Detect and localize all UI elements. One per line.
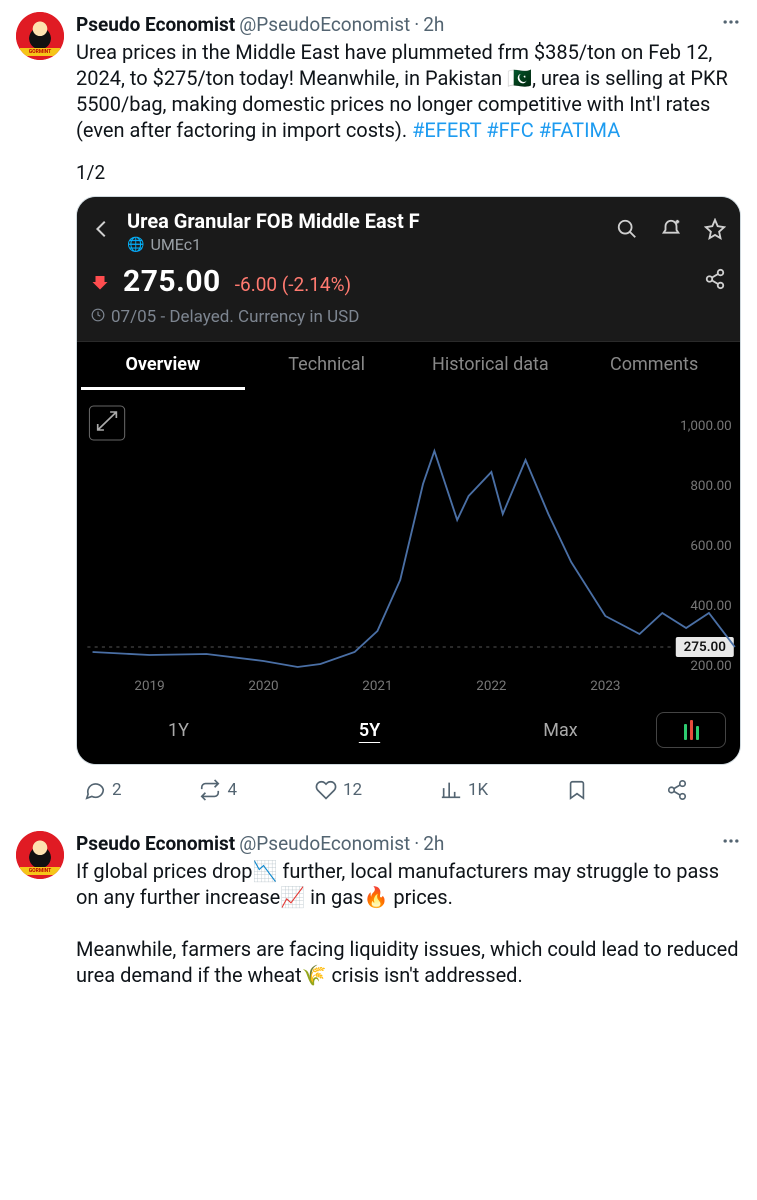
x-tick: 2019 bbox=[134, 679, 164, 694]
embedded-chart-card[interactable]: Urea Granular FOB Middle East F 🌐 UMEc1 bbox=[76, 196, 741, 765]
delay-text: 07/05 - Delayed. Currency in USD bbox=[111, 307, 359, 327]
tweet-text: Urea prices in the Middle East have plum… bbox=[76, 39, 741, 143]
y-tick: 200.00 bbox=[690, 659, 731, 674]
more-icon[interactable] bbox=[721, 12, 741, 37]
y-tick: 800.00 bbox=[690, 479, 731, 494]
tweet: GORMINT Pseudo Economist @PseudoEconomis… bbox=[0, 819, 757, 992]
clock-icon bbox=[91, 308, 105, 326]
view-count: 1K bbox=[468, 780, 488, 800]
views-button[interactable]: 1K bbox=[440, 779, 488, 801]
x-tick: 2021 bbox=[362, 679, 392, 694]
reply-count: 2 bbox=[112, 780, 122, 800]
more-icon[interactable] bbox=[721, 831, 741, 856]
tab-technical[interactable]: Technical bbox=[245, 354, 409, 390]
alert-add-icon[interactable] bbox=[660, 218, 682, 245]
star-icon[interactable] bbox=[704, 218, 726, 245]
fire-emoji: 🔥 bbox=[363, 884, 388, 910]
price-value: 275.00 bbox=[123, 264, 221, 299]
separator-dot: · bbox=[414, 13, 419, 36]
candlestick-toggle[interactable] bbox=[656, 712, 726, 748]
price-change: -6.00 (-2.14%) bbox=[235, 273, 351, 296]
text-segment: in gas bbox=[305, 885, 363, 909]
price-line bbox=[93, 451, 735, 667]
tweet-text: If global prices drop📉 further, local ma… bbox=[76, 858, 741, 988]
retweet-button[interactable]: 4 bbox=[199, 779, 237, 801]
hashtag[interactable]: #FATIMA bbox=[539, 118, 621, 142]
tweet-actions: 2 4 12 1K bbox=[76, 765, 696, 815]
range-1y[interactable]: 1Y bbox=[83, 720, 274, 741]
tab-historical[interactable]: Historical data bbox=[409, 354, 573, 390]
y-tick: 1,000.00 bbox=[680, 419, 732, 434]
tab-overview[interactable]: Overview bbox=[81, 354, 245, 390]
chart-tabs: Overview Technical Historical data Comme… bbox=[77, 341, 740, 390]
tab-comments[interactable]: Comments bbox=[572, 354, 736, 390]
timestamp[interactable]: 2h bbox=[423, 832, 444, 855]
range-max[interactable]: Max bbox=[465, 720, 656, 741]
chart-up-emoji: 📈 bbox=[280, 884, 305, 910]
wheat-emoji: 🌾 bbox=[302, 962, 327, 988]
down-arrow-icon bbox=[91, 273, 109, 296]
handle[interactable]: @PseudoEconomist bbox=[239, 832, 410, 855]
avatar[interactable]: GORMINT bbox=[16, 12, 64, 60]
avatar[interactable]: GORMINT bbox=[16, 831, 64, 879]
tweet: GORMINT Pseudo Economist @PseudoEconomis… bbox=[0, 0, 757, 819]
thread-indicator: 1/2 bbox=[76, 161, 741, 184]
display-name[interactable]: Pseudo Economist bbox=[76, 832, 235, 855]
text-segment: crisis isn't addressed. bbox=[327, 963, 523, 987]
chart-down-emoji: 📉 bbox=[253, 858, 278, 884]
globe-icon: 🌐 bbox=[127, 237, 144, 253]
back-arrow-icon[interactable] bbox=[91, 218, 113, 246]
search-icon[interactable] bbox=[616, 218, 638, 245]
chart-title: Urea Granular FOB Middle East F bbox=[127, 209, 602, 233]
x-tick: 2023 bbox=[590, 679, 620, 694]
share-button[interactable] bbox=[666, 779, 688, 801]
y-tick: 600.00 bbox=[690, 539, 731, 554]
hashtag[interactable]: #FFC bbox=[486, 118, 533, 142]
retweet-count: 4 bbox=[227, 780, 237, 800]
tweet-header: Pseudo Economist @PseudoEconomist · 2h bbox=[76, 831, 741, 856]
x-tick: 2022 bbox=[476, 679, 506, 694]
chart-plot-area[interactable]: 1,000.00 800.00 600.00 400.00 200.00 275… bbox=[77, 390, 740, 700]
timestamp[interactable]: 2h bbox=[423, 13, 444, 36]
flag-emoji: 🇵🇰 bbox=[507, 65, 532, 91]
tweet-header: Pseudo Economist @PseudoEconomist · 2h bbox=[76, 12, 741, 37]
like-count: 12 bbox=[343, 780, 362, 800]
hashtag[interactable]: #EFERT bbox=[412, 118, 481, 142]
range-selector: 1Y 5Y Max bbox=[77, 700, 740, 764]
y-tick: 400.00 bbox=[690, 599, 731, 614]
text-segment: If global prices drop bbox=[76, 859, 253, 883]
reply-button[interactable]: 2 bbox=[84, 779, 122, 801]
separator-dot: · bbox=[414, 832, 419, 855]
like-button[interactable]: 12 bbox=[315, 779, 362, 801]
chart-symbol: UMEc1 bbox=[150, 235, 201, 254]
range-5y[interactable]: 5Y bbox=[274, 720, 465, 741]
display-name[interactable]: Pseudo Economist bbox=[76, 13, 235, 36]
current-price-label: 275.00 bbox=[684, 640, 726, 655]
share-icon[interactable] bbox=[704, 268, 726, 295]
handle[interactable]: @PseudoEconomist bbox=[239, 13, 410, 36]
x-tick: 2020 bbox=[248, 679, 278, 694]
bookmark-button[interactable] bbox=[566, 779, 588, 801]
